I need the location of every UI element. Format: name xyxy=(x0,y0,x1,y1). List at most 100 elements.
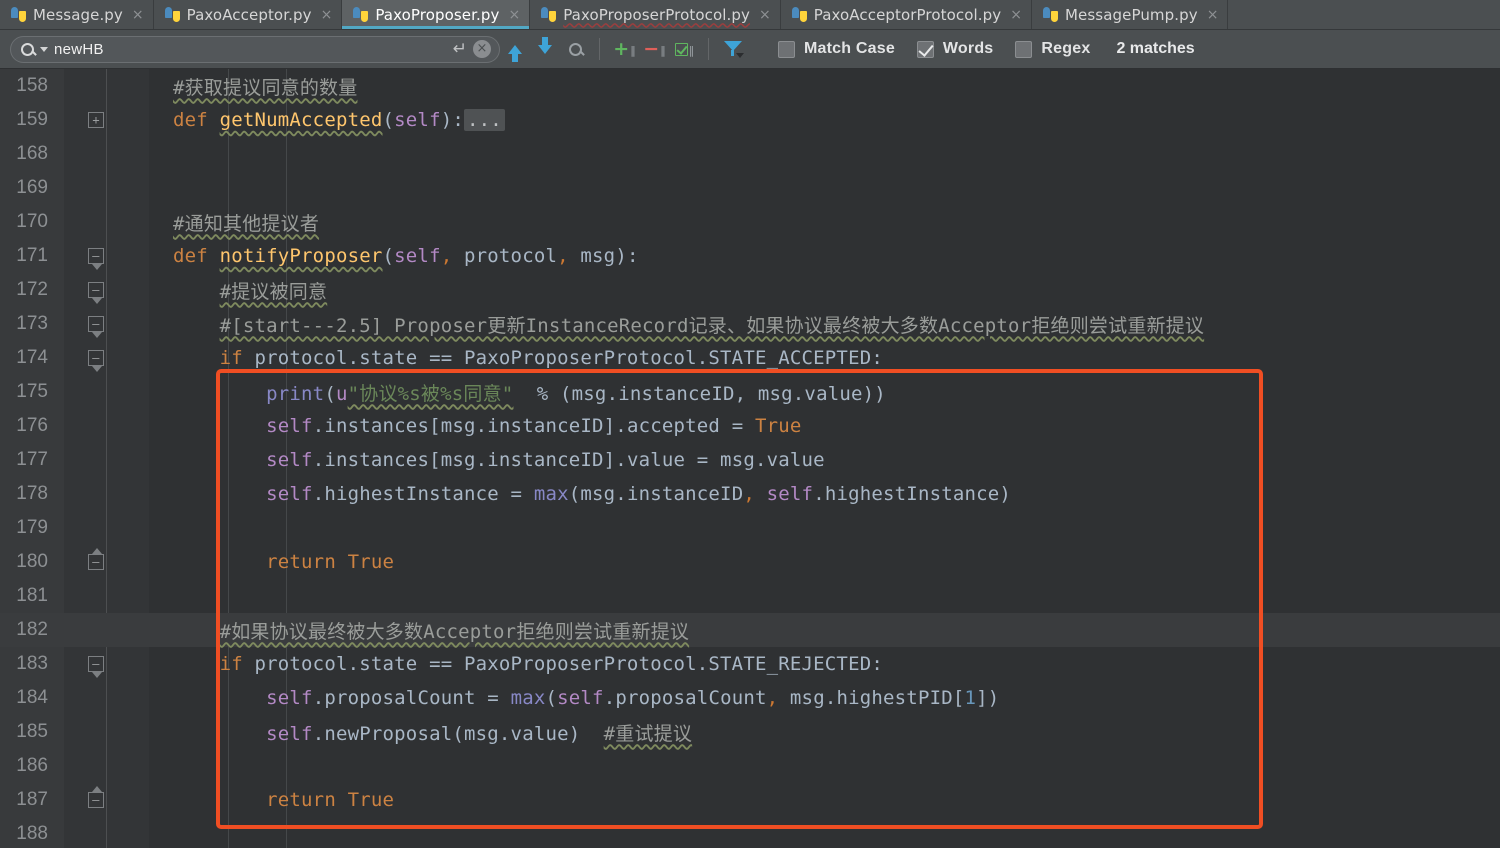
fold-collapse-icon[interactable]: – xyxy=(88,282,104,304)
code-line[interactable]: 168 xyxy=(0,137,1500,171)
fold-marker-slot[interactable] xyxy=(52,579,149,613)
code-line[interactable]: 183 – if protocol.state == PaxoProposerP… xyxy=(0,647,1500,681)
code-line[interactable]: 175 print(u"协议%s被%s同意" % (msg.instanceID… xyxy=(0,375,1500,409)
search-history-chevron-down-icon[interactable] xyxy=(40,46,48,52)
close-icon[interactable]: × xyxy=(132,8,144,22)
fold-marker-slot[interactable] xyxy=(52,69,149,103)
search-input[interactable]: newHB xyxy=(54,41,447,58)
tab-paxoproposer-py[interactable]: PaxoProposer.py × xyxy=(342,0,531,29)
match-case-checkbox[interactable]: Match Case xyxy=(778,40,895,58)
code-line-current[interactable]: 182 #如果协议最终被大多数Acceptor拒绝则尝试重新提议 xyxy=(0,613,1500,647)
code-editor[interactable]: 158 #获取提议同意的数量 159 + def getNumAccepted(… xyxy=(0,69,1500,848)
fold-marker-slot[interactable] xyxy=(52,749,149,783)
tab-paxoacceptor-py[interactable]: PaxoAcceptor.py × xyxy=(154,0,343,29)
fold-marker-slot[interactable] xyxy=(52,171,149,205)
fold-marker-slot[interactable] xyxy=(52,409,149,443)
fold-marker-slot[interactable] xyxy=(52,443,149,477)
search-field[interactable]: newHB ↵ × xyxy=(10,35,500,63)
fold-collapse-icon[interactable]: – xyxy=(88,656,104,678)
code-line[interactable]: 184 self.proposalCount = max(self.propos… xyxy=(0,681,1500,715)
fold-marker-slot[interactable] xyxy=(52,477,149,511)
line-number: 173 xyxy=(16,313,48,334)
code-line[interactable]: 178 self.highestInstance = max(msg.insta… xyxy=(0,477,1500,511)
fold-collapse-icon[interactable]: – xyxy=(88,548,104,570)
fold-collapse-icon[interactable]: – xyxy=(88,350,104,372)
line-number: 169 xyxy=(16,177,48,198)
fold-marker-slot[interactable] xyxy=(52,375,149,409)
select-all-icon: ‖ xyxy=(674,42,694,56)
regex-checkbox[interactable]: Regex xyxy=(1015,40,1090,58)
checkbox-box[interactable] xyxy=(778,40,795,58)
checkbox-box[interactable] xyxy=(916,40,934,58)
prev-occurrence-button[interactable] xyxy=(500,34,530,64)
arrow-up-icon xyxy=(508,44,522,62)
match-count-label: 2 matches xyxy=(1116,40,1195,57)
fold-marker-slot[interactable] xyxy=(52,511,149,545)
code-text: if protocol.state == PaxoProposerProtoco… xyxy=(219,347,883,369)
find-all-button[interactable] xyxy=(560,34,590,64)
next-occurrence-button[interactable] xyxy=(530,34,560,64)
code-line[interactable]: 169 xyxy=(0,171,1500,205)
code-line[interactable]: 159 + def getNumAccepted(self):... xyxy=(0,103,1500,137)
enter-icon[interactable]: ↵ xyxy=(453,39,467,59)
tab-messagepump-py[interactable]: MessagePump.py × xyxy=(1032,0,1229,29)
code-line[interactable]: 179 xyxy=(0,511,1500,545)
code-line[interactable]: 171 – def notifyProposer(self, protocol,… xyxy=(0,239,1500,273)
fold-marker-slot[interactable]: – xyxy=(52,273,149,307)
fold-marker-slot[interactable]: – xyxy=(52,647,149,681)
fold-collapse-icon[interactable]: – xyxy=(88,786,104,808)
code-line[interactable]: 174 – if protocol.state == PaxoProposerP… xyxy=(0,341,1500,375)
checkbox-box[interactable] xyxy=(1015,40,1033,58)
python-file-icon xyxy=(1043,7,1058,22)
close-icon[interactable]: × xyxy=(1010,8,1022,22)
code-line[interactable]: 181 xyxy=(0,579,1500,613)
code-content[interactable]: 158 #获取提议同意的数量 159 + def getNumAccepted(… xyxy=(0,69,1500,848)
close-icon[interactable]: × xyxy=(321,8,333,22)
close-icon[interactable]: × xyxy=(759,8,771,22)
remove-occurrence-button[interactable]: − ‖ xyxy=(639,34,669,64)
code-line[interactable]: 188 xyxy=(0,817,1500,848)
code-line[interactable]: 158 #获取提议同意的数量 xyxy=(0,69,1500,103)
search-all-icon xyxy=(568,42,582,56)
python-file-icon xyxy=(541,7,557,22)
code-text: if protocol.state == PaxoProposerProtoco… xyxy=(219,653,883,675)
tab-paxoacceptorprotocol-py[interactable]: PaxoAcceptorProtocol.py × xyxy=(781,0,1032,29)
fold-marker-slot[interactable] xyxy=(52,613,149,647)
code-line[interactable]: 186 xyxy=(0,749,1500,783)
fold-marker-slot[interactable] xyxy=(52,817,149,848)
fold-marker-slot[interactable]: – xyxy=(52,341,149,375)
fold-marker-slot[interactable]: – xyxy=(52,545,149,579)
close-icon[interactable]: × xyxy=(508,8,520,22)
code-text: def notifyProposer(self, protocol, msg): xyxy=(173,245,639,267)
code-text: return True xyxy=(266,789,395,811)
fold-marker-slot[interactable] xyxy=(52,205,149,239)
fold-marker-slot[interactable] xyxy=(52,715,149,749)
fold-marker-slot[interactable] xyxy=(52,137,149,171)
code-line[interactable]: 172 – #提议被同意 xyxy=(0,273,1500,307)
fold-expand-icon[interactable]: + xyxy=(88,112,104,128)
code-line[interactable]: 173 – #[start---2.5] Proposer更新InstanceR… xyxy=(0,307,1500,341)
add-occurrence-button[interactable]: + ‖ xyxy=(609,34,639,64)
line-number: 180 xyxy=(16,551,48,572)
code-text: #提议被同意 xyxy=(219,280,328,303)
tab-message-py[interactable]: Message.py × xyxy=(0,0,154,29)
select-all-occurrences-button[interactable]: ‖ xyxy=(669,34,699,64)
filter-button[interactable] xyxy=(718,34,748,64)
fold-marker-slot[interactable]: – xyxy=(52,239,149,273)
fold-marker-slot[interactable] xyxy=(52,681,149,715)
code-line[interactable]: 176 self.instances[msg.instanceID].accep… xyxy=(0,409,1500,443)
code-line[interactable]: 187 – return True xyxy=(0,783,1500,817)
tab-paxoproposerprotocol-py[interactable]: PaxoProposerProtocol.py × xyxy=(530,0,781,29)
code-line[interactable]: 180 – return True xyxy=(0,545,1500,579)
clear-icon[interactable]: × xyxy=(473,40,491,58)
fold-collapse-icon[interactable]: – xyxy=(88,248,104,270)
code-line[interactable]: 185 self.newProposal(msg.value) #重试提议 xyxy=(0,715,1500,749)
fold-marker-slot[interactable]: – xyxy=(52,783,149,817)
code-line[interactable]: 170 #通知其他提议者 xyxy=(0,205,1500,239)
words-checkbox[interactable]: Words xyxy=(916,40,993,58)
fold-marker-slot[interactable]: + xyxy=(52,103,149,137)
code-line[interactable]: 177 self.instances[msg.instanceID].value… xyxy=(0,443,1500,477)
close-icon[interactable]: × xyxy=(1207,8,1219,22)
fold-collapse-icon[interactable]: – xyxy=(88,316,104,338)
fold-marker-slot[interactable]: – xyxy=(52,307,149,341)
